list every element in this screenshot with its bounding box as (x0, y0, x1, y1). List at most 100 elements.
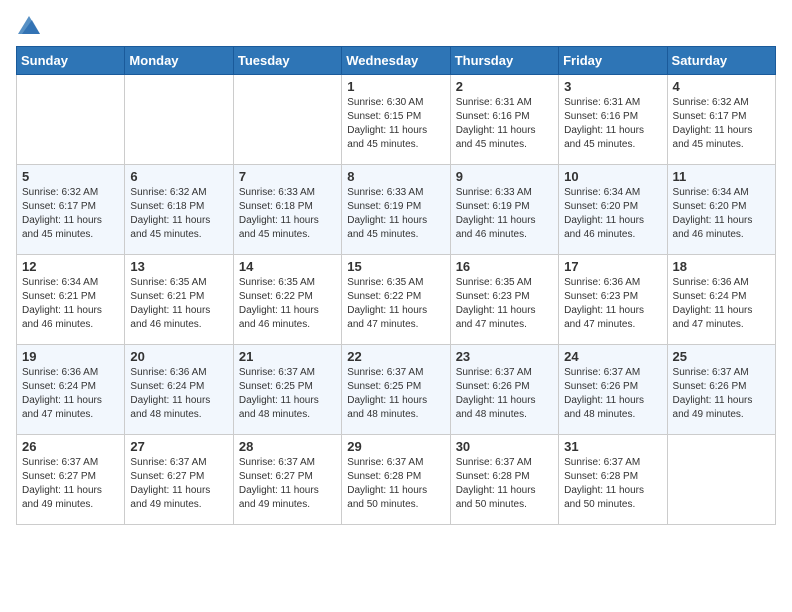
day-number: 29 (347, 439, 444, 454)
weekday-header-monday: Monday (125, 47, 233, 75)
day-number: 31 (564, 439, 661, 454)
day-info: Sunrise: 6:36 AM Sunset: 6:23 PM Dayligh… (564, 276, 661, 332)
day-number: 19 (22, 349, 119, 364)
calendar-cell: 28 Sunrise: 6:37 AM Sunset: 6:27 PM Dayli… (233, 435, 341, 525)
calendar-cell: 8 Sunrise: 6:33 AM Sunset: 6:19 PM Daylig… (342, 165, 450, 255)
calendar-cell: 19 Sunrise: 6:36 AM Sunset: 6:24 PM Dayli… (17, 345, 125, 435)
day-info: Sunrise: 6:37 AM Sunset: 6:27 PM Dayligh… (130, 456, 227, 512)
calendar-cell: 12 Sunrise: 6:34 AM Sunset: 6:21 PM Dayli… (17, 255, 125, 345)
day-number: 12 (22, 259, 119, 274)
weekday-header-sunday: Sunday (17, 47, 125, 75)
day-number: 15 (347, 259, 444, 274)
calendar-cell: 16 Sunrise: 6:35 AM Sunset: 6:23 PM Dayli… (450, 255, 558, 345)
calendar-cell: 17 Sunrise: 6:36 AM Sunset: 6:23 PM Dayli… (559, 255, 667, 345)
calendar-cell: 14 Sunrise: 6:35 AM Sunset: 6:22 PM Dayli… (233, 255, 341, 345)
day-info: Sunrise: 6:34 AM Sunset: 6:21 PM Dayligh… (22, 276, 119, 332)
day-number: 23 (456, 349, 553, 364)
day-number: 25 (673, 349, 770, 364)
calendar-cell: 10 Sunrise: 6:34 AM Sunset: 6:20 PM Dayli… (559, 165, 667, 255)
week-row-4: 26Sunrise: 6:37 AM Sunset: 6:27 PM Dayli… (17, 435, 776, 525)
calendar-cell: 5 Sunrise: 6:32 AM Sunset: 6:17 PM Daylig… (17, 165, 125, 255)
day-info: Sunrise: 6:37 AM Sunset: 6:28 PM Dayligh… (456, 456, 553, 512)
calendar-cell: 2 Sunrise: 6:31 AM Sunset: 6:16 PM Daylig… (450, 75, 558, 165)
calendar-cell (667, 435, 775, 525)
calendar-cell: 1 Sunrise: 6:30 AM Sunset: 6:15 PM Daylig… (342, 75, 450, 165)
day-info: Sunrise: 6:35 AM Sunset: 6:22 PM Dayligh… (239, 276, 336, 332)
day-number: 10 (564, 169, 661, 184)
day-info: Sunrise: 6:31 AM Sunset: 6:16 PM Dayligh… (564, 96, 661, 152)
calendar-cell: 13 Sunrise: 6:35 AM Sunset: 6:21 PM Dayli… (125, 255, 233, 345)
calendar-cell: 27 Sunrise: 6:37 AM Sunset: 6:27 PM Dayli… (125, 435, 233, 525)
calendar-cell: 23 Sunrise: 6:37 AM Sunset: 6:26 PM Dayli… (450, 345, 558, 435)
day-number: 1 (347, 79, 444, 94)
day-info: Sunrise: 6:32 AM Sunset: 6:18 PM Dayligh… (130, 186, 227, 242)
day-info: Sunrise: 6:37 AM Sunset: 6:25 PM Dayligh… (239, 366, 336, 422)
day-number: 20 (130, 349, 227, 364)
day-info: Sunrise: 6:34 AM Sunset: 6:20 PM Dayligh… (673, 186, 770, 242)
header (16, 16, 776, 34)
day-number: 11 (673, 169, 770, 184)
day-info: Sunrise: 6:37 AM Sunset: 6:27 PM Dayligh… (239, 456, 336, 512)
day-number: 24 (564, 349, 661, 364)
day-info: Sunrise: 6:37 AM Sunset: 6:26 PM Dayligh… (564, 366, 661, 422)
day-number: 17 (564, 259, 661, 274)
day-number: 4 (673, 79, 770, 94)
calendar-cell: 4 Sunrise: 6:32 AM Sunset: 6:17 PM Daylig… (667, 75, 775, 165)
day-number: 8 (347, 169, 444, 184)
day-info: Sunrise: 6:32 AM Sunset: 6:17 PM Dayligh… (22, 186, 119, 242)
day-info: Sunrise: 6:32 AM Sunset: 6:17 PM Dayligh… (673, 96, 770, 152)
day-info: Sunrise: 6:37 AM Sunset: 6:25 PM Dayligh… (347, 366, 444, 422)
day-number: 7 (239, 169, 336, 184)
calendar-cell (17, 75, 125, 165)
week-row-0: 1 Sunrise: 6:30 AM Sunset: 6:15 PM Daylig… (17, 75, 776, 165)
day-number: 13 (130, 259, 227, 274)
day-number: 27 (130, 439, 227, 454)
week-row-3: 19 Sunrise: 6:36 AM Sunset: 6:24 PM Dayli… (17, 345, 776, 435)
day-number: 28 (239, 439, 336, 454)
week-row-1: 5 Sunrise: 6:32 AM Sunset: 6:17 PM Daylig… (17, 165, 776, 255)
logo (16, 16, 40, 34)
calendar-cell: 26Sunrise: 6:37 AM Sunset: 6:27 PM Dayli… (17, 435, 125, 525)
day-number: 16 (456, 259, 553, 274)
weekday-header-row: SundayMondayTuesdayWednesdayThursdayFrid… (17, 47, 776, 75)
day-number: 22 (347, 349, 444, 364)
day-info: Sunrise: 6:37 AM Sunset: 6:26 PM Dayligh… (456, 366, 553, 422)
calendar-cell: 20 Sunrise: 6:36 AM Sunset: 6:24 PM Dayli… (125, 345, 233, 435)
day-number: 6 (130, 169, 227, 184)
day-info: Sunrise: 6:37 AM Sunset: 6:27 PM Dayligh… (22, 456, 119, 512)
day-info: Sunrise: 6:34 AM Sunset: 6:20 PM Dayligh… (564, 186, 661, 242)
calendar-cell: 7 Sunrise: 6:33 AM Sunset: 6:18 PM Daylig… (233, 165, 341, 255)
calendar-cell: 3Sunrise: 6:31 AM Sunset: 6:16 PM Daylig… (559, 75, 667, 165)
calendar-cell: 22 Sunrise: 6:37 AM Sunset: 6:25 PM Dayli… (342, 345, 450, 435)
weekday-header-friday: Friday (559, 47, 667, 75)
day-info: Sunrise: 6:33 AM Sunset: 6:18 PM Dayligh… (239, 186, 336, 242)
day-info: Sunrise: 6:36 AM Sunset: 6:24 PM Dayligh… (130, 366, 227, 422)
day-info: Sunrise: 6:35 AM Sunset: 6:22 PM Dayligh… (347, 276, 444, 332)
day-number: 21 (239, 349, 336, 364)
calendar-cell: 9 Sunrise: 6:33 AM Sunset: 6:19 PM Daylig… (450, 165, 558, 255)
day-info: Sunrise: 6:33 AM Sunset: 6:19 PM Dayligh… (456, 186, 553, 242)
day-info: Sunrise: 6:31 AM Sunset: 6:16 PM Dayligh… (456, 96, 553, 152)
day-number: 2 (456, 79, 553, 94)
day-number: 14 (239, 259, 336, 274)
calendar-cell: 30 Sunrise: 6:37 AM Sunset: 6:28 PM Dayli… (450, 435, 558, 525)
day-info: Sunrise: 6:37 AM Sunset: 6:28 PM Dayligh… (347, 456, 444, 512)
week-row-2: 12 Sunrise: 6:34 AM Sunset: 6:21 PM Dayli… (17, 255, 776, 345)
calendar-cell (125, 75, 233, 165)
day-info: Sunrise: 6:35 AM Sunset: 6:21 PM Dayligh… (130, 276, 227, 332)
calendar-cell: 11 Sunrise: 6:34 AM Sunset: 6:20 PM Dayli… (667, 165, 775, 255)
day-number: 5 (22, 169, 119, 184)
day-number: 30 (456, 439, 553, 454)
day-info: Sunrise: 6:30 AM Sunset: 6:15 PM Dayligh… (347, 96, 444, 152)
weekday-header-tuesday: Tuesday (233, 47, 341, 75)
day-number: 18 (673, 259, 770, 274)
day-info: Sunrise: 6:36 AM Sunset: 6:24 PM Dayligh… (22, 366, 119, 422)
calendar-cell: 25Sunrise: 6:37 AM Sunset: 6:26 PM Dayli… (667, 345, 775, 435)
calendar-cell: 24 Sunrise: 6:37 AM Sunset: 6:26 PM Dayli… (559, 345, 667, 435)
day-number: 9 (456, 169, 553, 184)
weekday-header-saturday: Saturday (667, 47, 775, 75)
day-info: Sunrise: 6:35 AM Sunset: 6:23 PM Dayligh… (456, 276, 553, 332)
day-info: Sunrise: 6:33 AM Sunset: 6:19 PM Dayligh… (347, 186, 444, 242)
calendar-table: SundayMondayTuesdayWednesdayThursdayFrid… (16, 46, 776, 525)
calendar-cell: 21 Sunrise: 6:37 AM Sunset: 6:25 PM Dayli… (233, 345, 341, 435)
